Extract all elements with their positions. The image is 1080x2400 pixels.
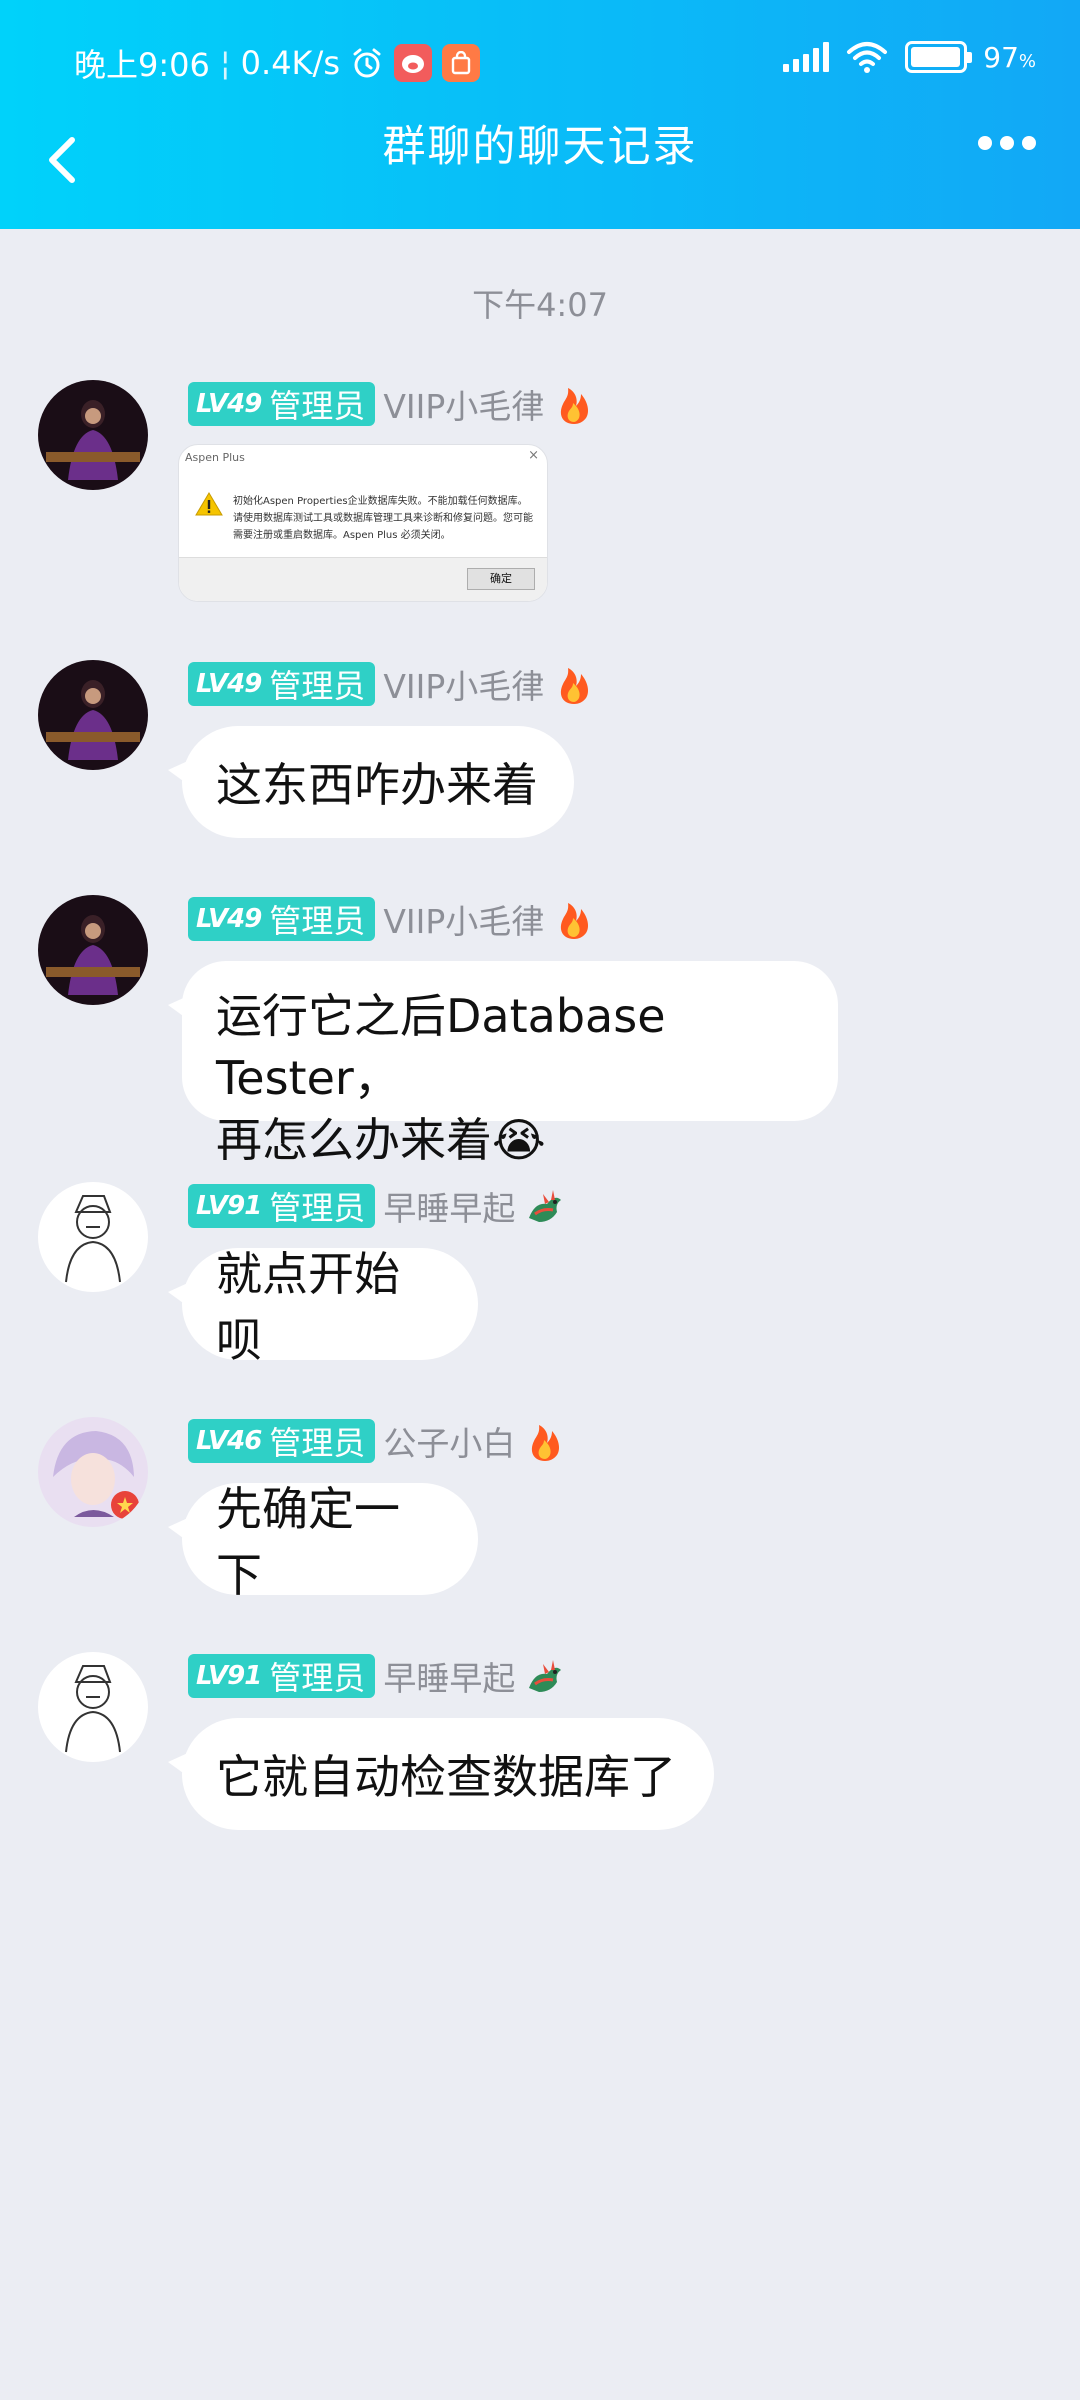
- status-left: 晚上9:06 ¦ 0.4K/s: [74, 40, 480, 86]
- avatar[interactable]: [38, 380, 148, 490]
- level-badge: LV46 管理员: [188, 1419, 376, 1463]
- status-time: 晚上9:06: [74, 46, 210, 84]
- message-line-with-emoji: 再怎么办来着😭: [216, 1109, 804, 1171]
- dialog-close-icon: ×: [528, 448, 539, 463]
- alarm-icon: [353, 48, 381, 78]
- avatar[interactable]: [38, 1652, 148, 1762]
- role-text: 管理员: [269, 387, 366, 425]
- sender-meta: LV46 管理员 公子小白: [188, 1419, 565, 1463]
- level-badge: LV49 管理员: [188, 662, 376, 706]
- network-speed: 0.4K/s: [240, 44, 340, 82]
- fire-icon: [561, 388, 589, 424]
- sender-meta: LV49 管理员 VIIP小毛律: [188, 382, 594, 426]
- status-bar: 晚上9:06 ¦ 0.4K/s 97%: [0, 30, 1080, 90]
- more-dot: [1000, 136, 1014, 150]
- battery-icon: [905, 41, 973, 73]
- battery-text: 97%: [983, 41, 1036, 74]
- level-text: LV46: [196, 1426, 262, 1456]
- message-bubble[interactable]: 运行它之后Database Tester， 再怎么办来着😭: [168, 961, 838, 1167]
- more-dot: [978, 136, 992, 150]
- role-text: 管理员: [269, 667, 366, 705]
- level-text: LV49: [196, 389, 262, 419]
- warning-icon: [195, 492, 223, 516]
- page-title: 群聊的聊天记录: [382, 122, 698, 172]
- header: 晚上9:06 ¦ 0.4K/s 97% 群聊的聊天记录: [0, 0, 1080, 229]
- sender-meta: LV49 管理员 VIIP小毛律: [188, 897, 594, 941]
- message-bubble[interactable]: 就点开始呗: [168, 1247, 478, 1367]
- dialog-footer: 确定: [179, 557, 547, 601]
- dialog-text: 初始化Aspen Properties企业数据库失败。不能加载任何数据库。请使用…: [233, 496, 533, 541]
- sender-name[interactable]: 公子小白: [383, 1417, 515, 1465]
- avatar[interactable]: [38, 1417, 148, 1527]
- level-badge: LV91 管理员: [188, 1654, 376, 1698]
- battery-unit: %: [1018, 50, 1036, 72]
- role-text: 管理员: [269, 1424, 366, 1462]
- dragon-icon: [529, 1190, 562, 1222]
- battery-fill: [911, 47, 960, 67]
- message-line: 再怎么办来着: [216, 1113, 492, 1167]
- level-text: LV49: [196, 669, 262, 699]
- sender-meta: LV49 管理员 VIIP小毛律: [188, 662, 594, 706]
- sender-name[interactable]: 早睡早起: [383, 1652, 515, 1700]
- nav-bar: 群聊的聊天记录: [0, 100, 1080, 210]
- crying-emoji: 😭: [492, 1113, 546, 1167]
- fire-icon: [561, 903, 589, 939]
- message-bubble[interactable]: 这东西咋办来着: [168, 726, 574, 838]
- message-text: 先确定一下: [216, 1482, 400, 1602]
- message-text: 就点开始呗: [216, 1247, 400, 1367]
- message-text: 这东西咋办来着: [216, 758, 538, 812]
- role-text: 管理员: [269, 1659, 366, 1697]
- avatar[interactable]: [38, 1182, 148, 1292]
- sender-meta: LV91 管理员 早睡早起: [188, 1654, 565, 1698]
- pig-app-icon: [393, 44, 432, 82]
- message-bubble[interactable]: 先确定一下: [168, 1482, 478, 1602]
- time-divider: 下午4:07: [472, 286, 608, 324]
- battery-percent: 97: [983, 40, 1019, 74]
- avatar[interactable]: [38, 895, 148, 1005]
- image-message[interactable]: Aspen Plus × 初始化Aspen Properties企业数据库失败。…: [178, 444, 548, 602]
- sender-name[interactable]: 早睡早起: [383, 1182, 515, 1230]
- wifi-icon: [847, 42, 888, 73]
- status-right: 97%: [783, 40, 1036, 74]
- level-badge: LV49 管理员: [188, 382, 376, 426]
- message-line: 运行它之后Database Tester，: [216, 989, 666, 1105]
- level-text: LV91: [196, 1191, 262, 1221]
- fire-icon: [561, 668, 589, 704]
- fire-icon: [532, 1425, 560, 1461]
- sender-name[interactable]: VIIP小毛律: [383, 895, 544, 943]
- dragon-icon: [529, 1660, 562, 1692]
- sender-name[interactable]: VIIP小毛律: [383, 660, 544, 708]
- more-options-button[interactable]: [978, 136, 1036, 150]
- dialog-title: Aspen Plus: [185, 451, 245, 464]
- level-text: LV91: [196, 1661, 262, 1691]
- level-badge: LV91 管理员: [188, 1184, 376, 1228]
- status-separator: ¦: [219, 44, 231, 82]
- sender-name[interactable]: VIIP小毛律: [383, 380, 544, 428]
- sender-meta: LV91 管理员 早睡早起: [188, 1184, 565, 1228]
- message-text: 它就自动检查数据库了: [216, 1750, 676, 1804]
- role-text: 管理员: [269, 902, 366, 940]
- role-text: 管理员: [269, 1189, 366, 1227]
- level-badge: LV49 管理员: [188, 897, 376, 941]
- avatar[interactable]: [38, 660, 148, 770]
- dialog-ok-button: 确定: [467, 568, 535, 590]
- more-dot: [1022, 136, 1036, 150]
- mi-store-icon: [441, 44, 480, 82]
- signal-icon: [783, 42, 830, 72]
- message-bubble[interactable]: 它就自动检查数据库了: [168, 1718, 714, 1830]
- level-text: LV49: [196, 904, 262, 934]
